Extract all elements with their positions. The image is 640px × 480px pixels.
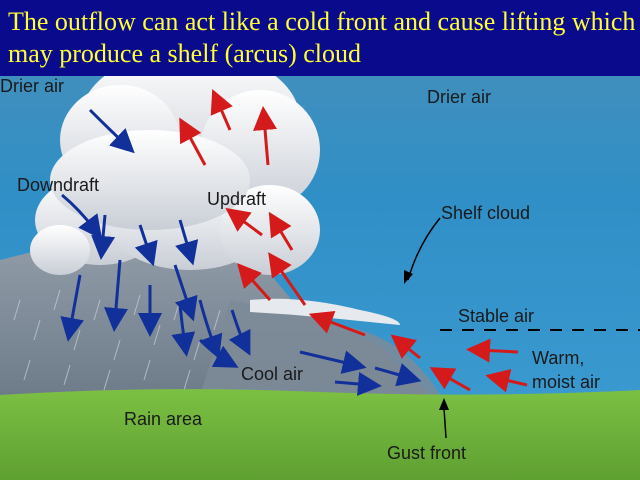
label-drier-air-right: Drier air — [427, 87, 491, 107]
slide-title: The outflow can act like a cold front an… — [8, 7, 636, 68]
label-drier-air-left: Drier air — [0, 76, 64, 96]
label-cool-air: Cool air — [241, 364, 303, 384]
label-updraft: Updraft — [207, 189, 266, 209]
label-warm-moist-air-line1: Warm, — [532, 348, 584, 368]
slide: Drier air Drier air Downdraft Updraft Sh… — [0, 0, 640, 480]
label-downdraft: Downdraft — [17, 175, 99, 195]
label-shelf-cloud: Shelf cloud — [441, 203, 530, 223]
label-warm-moist-air-line2: moist air — [532, 372, 600, 392]
label-gust-front: Gust front — [387, 443, 466, 463]
label-stable-air: Stable air — [458, 306, 534, 326]
title-bar: The outflow can act like a cold front an… — [0, 0, 640, 76]
ground — [0, 389, 640, 480]
updraft-arrow — [466, 338, 519, 363]
label-rain-area: Rain area — [124, 409, 203, 429]
